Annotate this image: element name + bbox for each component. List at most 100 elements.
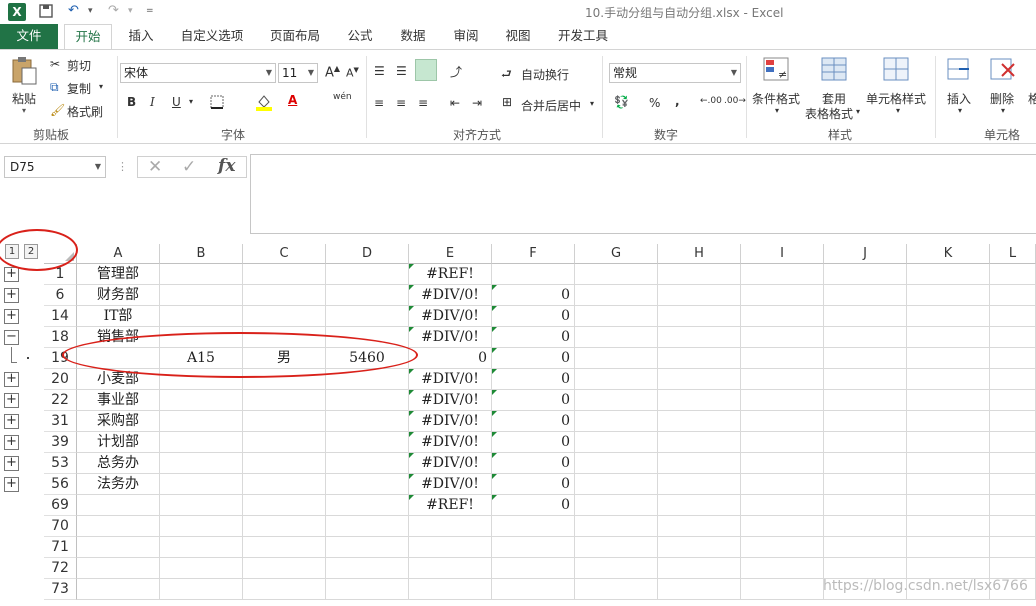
increase-decimal-icon[interactable]: ←.00 bbox=[700, 96, 722, 106]
tab-custom-options[interactable]: 自定义选项 bbox=[174, 24, 250, 49]
cell-e[interactable]: #DIV/0! bbox=[409, 306, 492, 327]
cell-k[interactable] bbox=[907, 453, 990, 474]
cell-h[interactable] bbox=[658, 390, 741, 411]
format-as-table-icon[interactable] bbox=[820, 56, 850, 84]
insert-cells-icon[interactable] bbox=[945, 56, 975, 84]
chevron-down-icon[interactable]: ▾ bbox=[896, 106, 900, 115]
cell-f[interactable]: 0 bbox=[492, 285, 575, 306]
cell-styles-button[interactable]: 单元格样式 bbox=[866, 90, 926, 107]
cell-a[interactable] bbox=[77, 537, 160, 558]
resize-handle-icon[interactable]: ⋮ bbox=[117, 160, 128, 173]
expand-group-button[interactable]: + bbox=[4, 309, 19, 324]
cell-c[interactable] bbox=[243, 264, 326, 285]
column-header[interactable]: F bbox=[492, 244, 575, 264]
cell-j[interactable] bbox=[824, 516, 907, 537]
align-top-icon[interactable]: ☰ bbox=[374, 64, 385, 78]
cell-k[interactable] bbox=[907, 411, 990, 432]
cell-f[interactable] bbox=[492, 558, 575, 579]
decrease-indent-icon[interactable]: ⇤ bbox=[450, 96, 460, 110]
tab-page-layout[interactable]: 页面布局 bbox=[262, 24, 328, 49]
cut-button[interactable]: 剪切 bbox=[67, 57, 91, 74]
cell-b[interactable] bbox=[160, 306, 243, 327]
cell-a[interactable]: 采购部 bbox=[77, 411, 160, 432]
cell-g[interactable] bbox=[575, 537, 658, 558]
cut-icon[interactable]: ✂ bbox=[50, 57, 60, 71]
cell-a[interactable] bbox=[77, 516, 160, 537]
column-header[interactable]: E bbox=[409, 244, 492, 264]
row-header[interactable]: 56 bbox=[44, 474, 77, 495]
cell-d[interactable] bbox=[326, 558, 409, 579]
cell-m[interactable] bbox=[990, 411, 1036, 432]
save-icon[interactable] bbox=[38, 3, 54, 23]
cell-h[interactable] bbox=[658, 537, 741, 558]
cell-m[interactable] bbox=[990, 306, 1036, 327]
align-middle-icon[interactable]: ☰ bbox=[396, 64, 407, 78]
cell-f[interactable]: 0 bbox=[492, 453, 575, 474]
row-header[interactable]: 69 bbox=[44, 495, 77, 516]
cell-f[interactable] bbox=[492, 516, 575, 537]
cell-c[interactable] bbox=[243, 537, 326, 558]
cell-k[interactable] bbox=[907, 516, 990, 537]
row-header[interactable]: 20 bbox=[44, 369, 77, 390]
insert-function-button[interactable]: fx bbox=[218, 156, 235, 176]
column-header[interactable]: J bbox=[824, 244, 907, 264]
align-left-icon[interactable]: ≡ bbox=[374, 96, 384, 110]
cell-m[interactable] bbox=[990, 453, 1036, 474]
cell-e[interactable]: #DIV/0! bbox=[409, 390, 492, 411]
paste-button[interactable]: 粘贴 bbox=[12, 90, 36, 107]
align-right-icon[interactable]: ≡ bbox=[418, 96, 428, 110]
cell-i[interactable] bbox=[741, 285, 824, 306]
cell-e[interactable]: #DIV/0! bbox=[409, 369, 492, 390]
cell-f[interactable]: 0 bbox=[492, 474, 575, 495]
paste-icon[interactable] bbox=[10, 56, 40, 85]
cell-k[interactable] bbox=[907, 432, 990, 453]
delete-cells-button[interactable]: 删除 bbox=[990, 90, 1014, 107]
expand-group-button[interactable]: + bbox=[4, 372, 19, 387]
row-header[interactable]: 18 bbox=[44, 327, 77, 348]
cell-a[interactable]: IT部 bbox=[77, 306, 160, 327]
cell-j[interactable] bbox=[824, 369, 907, 390]
cell-e[interactable] bbox=[409, 516, 492, 537]
cell-f[interactable]: 0 bbox=[492, 369, 575, 390]
cell-j[interactable] bbox=[824, 264, 907, 285]
column-header[interactable]: A bbox=[77, 244, 160, 264]
cell-j[interactable] bbox=[824, 306, 907, 327]
cell-h[interactable] bbox=[658, 327, 741, 348]
cell-g[interactable] bbox=[575, 390, 658, 411]
format-painter-button[interactable]: 格式刷 bbox=[67, 103, 103, 120]
cell-k[interactable] bbox=[907, 285, 990, 306]
cell-b[interactable] bbox=[160, 558, 243, 579]
cell-c[interactable] bbox=[243, 411, 326, 432]
format-painter-icon[interactable]: 🖌 bbox=[50, 103, 65, 117]
cell-i[interactable] bbox=[741, 369, 824, 390]
cell-i[interactable] bbox=[741, 327, 824, 348]
increase-font-icon[interactable]: A▲ bbox=[325, 64, 340, 80]
cell-j[interactable] bbox=[824, 411, 907, 432]
cell-i[interactable] bbox=[741, 516, 824, 537]
cell-d[interactable] bbox=[326, 579, 409, 600]
cell-i[interactable] bbox=[741, 495, 824, 516]
tab-data[interactable]: 数据 bbox=[390, 24, 436, 49]
cell-c[interactable] bbox=[243, 474, 326, 495]
cell-b[interactable] bbox=[160, 432, 243, 453]
conditional-format-button[interactable]: 条件格式 bbox=[752, 90, 800, 107]
cell-a[interactable]: 财务部 bbox=[77, 285, 160, 306]
column-header[interactable]: H bbox=[658, 244, 741, 264]
cell-a[interactable] bbox=[77, 495, 160, 516]
expand-group-button[interactable]: + bbox=[4, 477, 19, 492]
expand-group-button[interactable]: + bbox=[4, 393, 19, 408]
cell-b[interactable] bbox=[160, 537, 243, 558]
cell-k[interactable] bbox=[907, 495, 990, 516]
copy-dropdown-icon[interactable]: ▾ bbox=[99, 82, 103, 91]
cell-h[interactable] bbox=[658, 306, 741, 327]
cell-d[interactable] bbox=[326, 495, 409, 516]
cell-e[interactable]: #REF! bbox=[409, 264, 492, 285]
underline-button[interactable]: U bbox=[172, 95, 181, 109]
cell-e[interactable] bbox=[409, 579, 492, 600]
align-bottom-icon[interactable] bbox=[415, 59, 437, 81]
cell-h[interactable] bbox=[658, 411, 741, 432]
chevron-down-icon[interactable]: ▾ bbox=[958, 106, 962, 115]
expand-group-button[interactable]: + bbox=[4, 267, 19, 282]
cell-h[interactable] bbox=[658, 453, 741, 474]
cell-i[interactable] bbox=[741, 537, 824, 558]
